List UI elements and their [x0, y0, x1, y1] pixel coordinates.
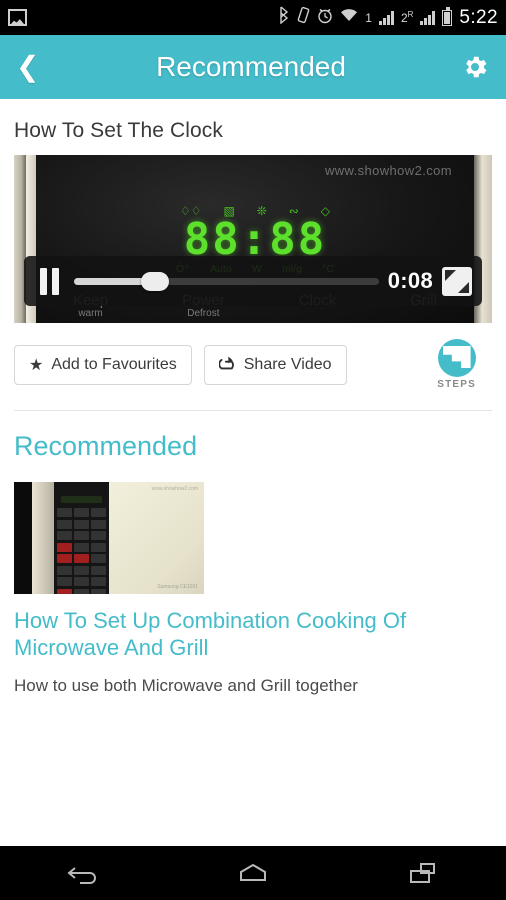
- steps-label: STEPS: [437, 379, 476, 390]
- led-digits: 88:88: [183, 214, 327, 265]
- page-title: Recommended: [156, 51, 346, 82]
- back-chevron-icon[interactable]: ❮: [16, 53, 46, 81]
- share-icon: [218, 354, 236, 376]
- action-row: ★ Add to Favourites Share Video STEPS: [0, 323, 506, 390]
- list-item-title[interactable]: How To Set Up Combination Cooking Of Mic…: [14, 594, 492, 662]
- vibrate-icon: [297, 6, 310, 29]
- status-bar-left: [8, 9, 278, 26]
- status-bar-right: 1 2R 5:22: [278, 6, 498, 29]
- android-back-icon[interactable]: [49, 853, 119, 893]
- photo-icon: [8, 9, 27, 26]
- android-recents-icon[interactable]: [387, 853, 457, 893]
- video-watermark: www.showhow2.com: [324, 163, 452, 178]
- android-home-icon[interactable]: [218, 853, 288, 893]
- share-video-label: Share Video: [243, 355, 332, 373]
- wifi-icon: [340, 8, 358, 28]
- seek-fill: [74, 277, 151, 285]
- app-bar: ❮ Recommended: [0, 35, 506, 99]
- share-video-button[interactable]: Share Video: [203, 344, 347, 385]
- add-to-favourites-label: Add to Favourites: [51, 355, 177, 373]
- microwave-control-panel-thumbnail: www.showhow2.com Samsung CE1031: [14, 482, 204, 594]
- status-bar: 1 2R 5:22: [0, 0, 506, 35]
- fullscreen-icon[interactable]: [442, 266, 472, 296]
- sim1-label: 1: [365, 10, 372, 25]
- star-icon: ★: [29, 356, 44, 374]
- sim1-signal-icon: [378, 10, 394, 25]
- video-controls: 0:08: [24, 256, 482, 306]
- pause-icon[interactable]: [34, 267, 65, 295]
- status-bar-clock: 5:22: [459, 6, 498, 28]
- seek-bar[interactable]: [74, 270, 379, 292]
- video-player[interactable]: www.showhow2.com ♢♢ ▧ ❊ ∾ ◇ 88:88 Ò⁺ Aut…: [14, 155, 492, 323]
- sim2-signal-icon: [420, 10, 436, 25]
- current-time: 0:08: [387, 268, 433, 293]
- recommended-section-title: Recommended: [14, 431, 198, 461]
- steps-stairs-icon: [437, 339, 476, 377]
- android-nav-bar: [0, 846, 506, 900]
- alarm-clock-icon: [317, 7, 333, 29]
- main-content: How To Set The Clock www.showhow2.com ♢♢…: [0, 99, 506, 846]
- sim2-label: 2R: [400, 10, 414, 25]
- list-item[interactable]: www.showhow2.com Samsung CE1031 How To S…: [0, 468, 506, 696]
- gear-icon[interactable]: [456, 52, 490, 82]
- battery-icon: [442, 6, 453, 26]
- seek-thumb[interactable]: [141, 271, 170, 291]
- bluetooth-icon: [278, 6, 290, 29]
- list-item-description: How to use both Microwave and Grill toge…: [14, 675, 358, 695]
- add-to-favourites-button[interactable]: ★ Add to Favourites: [14, 344, 192, 385]
- thumbnail-brand: Samsung CE1031: [157, 584, 198, 590]
- thumbnail-watermark: www.showhow2.com: [151, 486, 198, 492]
- video-title: How To Set The Clock: [14, 119, 223, 142]
- steps-button[interactable]: STEPS: [437, 339, 476, 390]
